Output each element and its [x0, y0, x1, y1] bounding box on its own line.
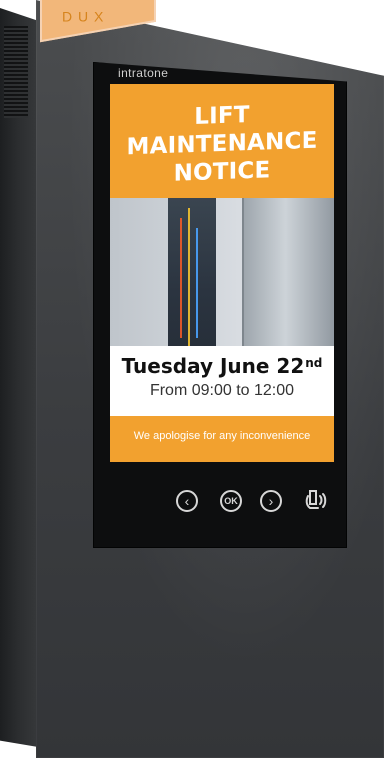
notice-footer-text: We apologise for any inconvenience	[133, 430, 311, 442]
maintenance-time: From 09:00 to 12:00	[149, 382, 295, 399]
display-screen: LIFT MAINTENANCE NOTICE Tuesday June 22n…	[110, 84, 334, 462]
speaker-grill	[4, 26, 28, 118]
notice-footer: We apologise for any inconvenience	[110, 416, 334, 462]
ok-button[interactable]: OK	[220, 490, 242, 512]
notice-title: LIFT MAINTENANCE NOTICE	[110, 98, 334, 190]
top-label-text: D U X	[62, 8, 105, 25]
maintenance-date-suffix: nd	[305, 356, 323, 370]
wire-blue	[196, 228, 198, 338]
date-area: Tuesday June 22nd From 09:00 to 12:00	[110, 346, 334, 416]
maintenance-date: Tuesday June 22nd	[110, 354, 334, 378]
next-button[interactable]: ›	[260, 490, 282, 512]
intercom-device: D U X intratone LIFT MAINTENANCE NOTICE …	[0, 0, 384, 758]
device-controls: ‹ OK ›	[160, 482, 350, 522]
wire-red	[180, 218, 182, 338]
nfc-proximity-icon	[305, 490, 327, 509]
maintenance-date-main: Tuesday June 22	[121, 354, 305, 378]
chevron-right-icon: ›	[268, 493, 274, 509]
brand-logo-text: intratone	[118, 66, 169, 80]
wire-yellow	[188, 208, 190, 358]
notice-header: LIFT MAINTENANCE NOTICE	[110, 84, 334, 198]
previous-button[interactable]: ‹	[176, 490, 198, 512]
chevron-left-icon: ‹	[184, 493, 190, 509]
ok-label: OK	[224, 496, 238, 506]
